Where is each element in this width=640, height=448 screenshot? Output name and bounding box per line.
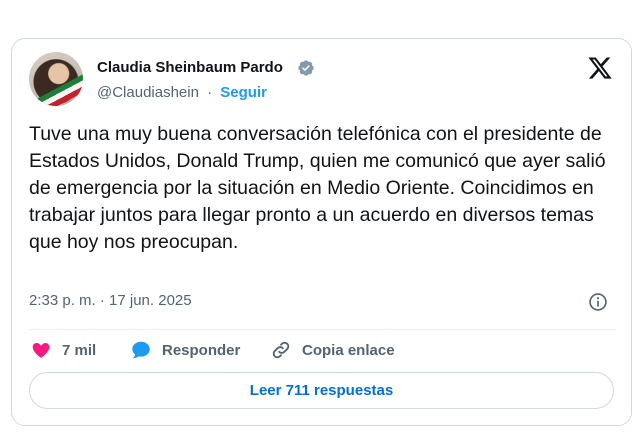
speech-bubble-icon: [132, 341, 150, 359]
reply-label: Responder: [162, 341, 241, 359]
like-count: 7 mil: [62, 341, 97, 359]
like-button[interactable]: 7 mil: [30, 338, 96, 362]
divider: [29, 329, 616, 330]
author-name[interactable]: Claudia Sheinbaum Pardo: [97, 59, 283, 76]
reply-button[interactable]: Responder: [130, 338, 240, 362]
author-handle[interactable]: @Claudiashein: [97, 84, 199, 101]
x-logo-icon[interactable]: [587, 55, 613, 81]
tweet-card: Claudia Sheinbaum Pardo @Claudiashein · …: [11, 38, 632, 426]
separator-dot: ·: [207, 84, 213, 101]
heart-icon: [32, 342, 50, 358]
avatar[interactable]: [29, 52, 83, 106]
copy-link-button[interactable]: Copia enlace: [270, 338, 395, 362]
read-replies-button[interactable]: Leer 711 respuestas: [29, 372, 614, 409]
info-icon[interactable]: [588, 292, 608, 312]
tweet-timestamp[interactable]: 2:33 p. m. · 17 jun. 2025: [29, 292, 192, 309]
author-handle-row: @Claudiashein · Seguir: [97, 84, 267, 101]
tweet-text: Tuve una muy buena conversación telefóni…: [29, 123, 606, 253]
link-icon: [272, 341, 290, 359]
verified-badge-icon: [298, 60, 314, 76]
follow-button[interactable]: Seguir: [220, 84, 267, 101]
copy-link-label: Copia enlace: [302, 341, 395, 359]
